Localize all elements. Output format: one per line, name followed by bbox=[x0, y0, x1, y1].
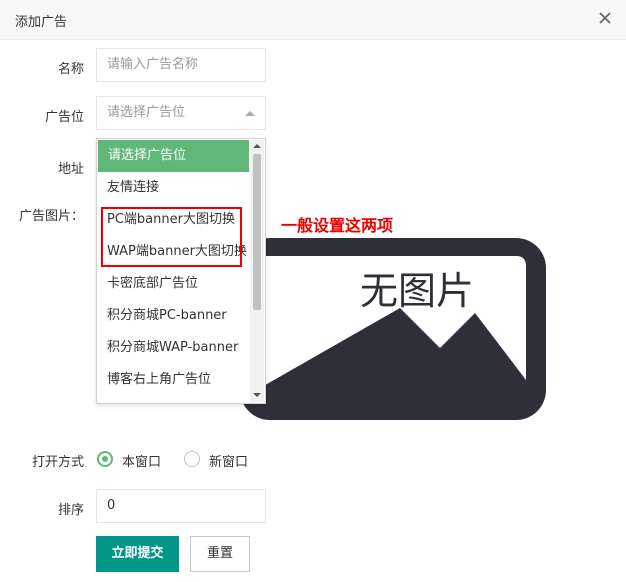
dropdown-option-blog-corner[interactable]: 博客右上角广告位 bbox=[97, 364, 249, 396]
scroll-up-icon[interactable] bbox=[253, 144, 261, 148]
dropdown-option-friend-links[interactable]: 友情连接 bbox=[97, 172, 249, 204]
position-select[interactable]: 请选择广告位 bbox=[96, 96, 266, 130]
no-image-text: 无图片 bbox=[360, 269, 474, 313]
dropdown-option-points-wap[interactable]: 积分商城WAP-banner bbox=[97, 332, 249, 364]
dropdown-scrollbar[interactable] bbox=[250, 140, 264, 402]
position-dropdown: 请选择广告位 友情连接 PC端banner大图切换 WAP端banner大图切换… bbox=[96, 138, 266, 404]
dropdown-option-placeholder[interactable]: 请选择广告位 bbox=[98, 140, 249, 172]
radio-new-window-label[interactable]: 新窗口 bbox=[209, 451, 248, 470]
reset-button[interactable]: 重置 bbox=[190, 536, 250, 572]
annotation-highlight-box bbox=[101, 207, 242, 267]
image-label: 广告图片： bbox=[18, 209, 84, 224]
submit-button[interactable]: 立即提交 bbox=[96, 536, 179, 572]
radio-new-window[interactable] bbox=[184, 451, 200, 467]
no-image-placeholder[interactable]: 无图片 bbox=[240, 238, 546, 420]
position-label: 广告位 bbox=[44, 110, 84, 125]
dialog-title: 添加广告 bbox=[15, 15, 68, 30]
scroll-thumb[interactable] bbox=[253, 154, 261, 310]
dropdown-option-points-pc[interactable]: 积分商城PC-banner bbox=[97, 300, 249, 332]
sort-input[interactable]: 0 bbox=[96, 489, 266, 523]
scroll-down-icon[interactable] bbox=[253, 393, 261, 397]
sort-label: 排序 bbox=[57, 503, 84, 518]
radio-this-window[interactable] bbox=[97, 451, 113, 467]
close-icon[interactable] bbox=[598, 10, 612, 24]
name-input[interactable]: 请输入广告名称 bbox=[96, 48, 266, 82]
open-mode-label: 打开方式 bbox=[31, 455, 84, 470]
radio-this-window-label[interactable]: 本窗口 bbox=[122, 451, 161, 470]
annotation-text: 一般设置这两项 bbox=[281, 216, 394, 235]
position-select-value: 请选择广告位 bbox=[107, 105, 186, 120]
name-label: 名称 bbox=[57, 62, 84, 77]
dropdown-option-card-bottom[interactable]: 卡密底部广告位 bbox=[97, 268, 249, 300]
chevron-up-icon bbox=[245, 111, 255, 116]
dialog-header: 添加广告 bbox=[0, 0, 626, 40]
address-label: 地址 bbox=[57, 162, 84, 177]
